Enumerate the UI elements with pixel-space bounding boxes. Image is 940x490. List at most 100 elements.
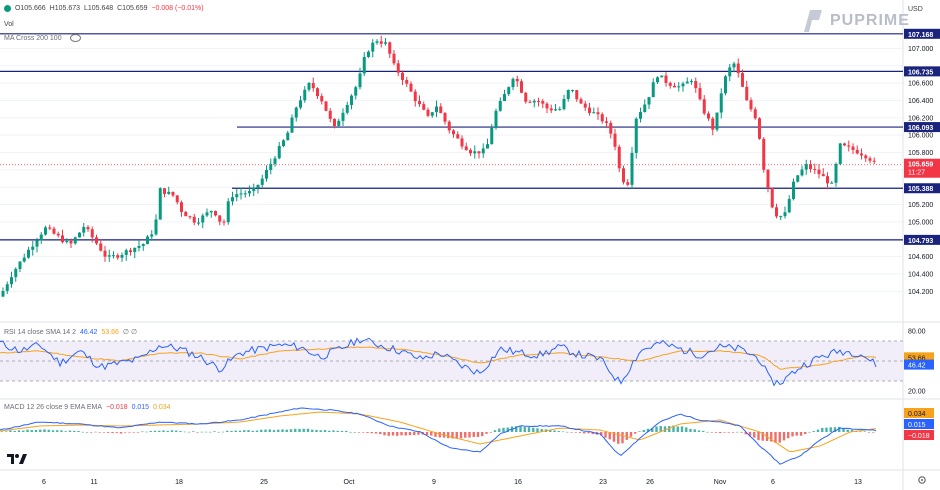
candle-body	[286, 132, 290, 141]
macd-histogram-bar	[621, 432, 624, 444]
candle-body	[554, 109, 557, 111]
candle-body	[592, 112, 596, 114]
macd-histogram-bar	[680, 426, 684, 432]
macd-histogram-bar	[85, 431, 89, 433]
candle-body	[639, 112, 642, 119]
settings-gear-icon[interactable]	[917, 475, 927, 485]
macd-histogram-bar	[345, 430, 348, 432]
macd-histogram-bar	[34, 429, 38, 432]
brand-logo: PUPRIME	[800, 8, 910, 34]
macd-histogram-bar	[30, 430, 33, 432]
tradingview-logo-icon[interactable]	[6, 452, 28, 466]
macd-histogram-bar	[353, 431, 356, 433]
candle-body	[783, 212, 787, 217]
macd-histogram-bar	[132, 432, 135, 433]
macd-histogram-bar	[264, 429, 267, 432]
rsi-legend[interactable]: RSI 14 close SMA 14 2 46.42 53.66 ∅ ∅	[4, 328, 139, 336]
macd-histogram-bar	[821, 427, 824, 432]
macd-histogram-bar	[566, 431, 569, 433]
candle-body	[192, 216, 196, 223]
candle-body	[209, 210, 213, 213]
candle-body	[146, 236, 149, 245]
candle-body	[61, 235, 64, 243]
candle-body	[52, 228, 56, 234]
macd-value-tag-label: −0.018	[908, 433, 930, 440]
candle-body	[520, 81, 523, 93]
ma-label: MA Cross 200 100	[4, 34, 62, 42]
price-axis-tick: 105.000	[908, 219, 933, 226]
macd-histogram-bar	[863, 431, 866, 432]
candle-body	[775, 207, 778, 217]
candle-body	[558, 109, 562, 111]
candle-body	[260, 178, 264, 185]
candle-body	[443, 113, 447, 122]
candle-body	[133, 247, 137, 253]
candle-body	[175, 195, 179, 203]
time-axis-tick: 18	[175, 479, 183, 486]
macd-histogram-bar	[26, 429, 29, 432]
rsi-axis-tick: 20.00	[908, 389, 926, 396]
macd-histogram-bar	[379, 432, 382, 435]
price-axis-tick: 104.200	[908, 289, 933, 296]
ma-legend[interactable]: MA Cross 200 100	[4, 34, 83, 42]
candle-body	[515, 78, 519, 82]
candle-body	[188, 216, 192, 218]
chart-canvas[interactable]: 107.168 106.735 106.093 105.388 104.793 105.6…	[0, 0, 940, 490]
candle-body	[609, 122, 613, 134]
candle-body	[851, 146, 855, 150]
candle-body	[299, 100, 302, 108]
countdown-label: 11:27	[908, 170, 925, 177]
candle-body	[804, 164, 808, 170]
macd-histogram-bar	[217, 431, 220, 433]
macd-histogram-bar	[625, 432, 628, 440]
candle-body	[184, 211, 188, 217]
candle-body	[418, 101, 421, 105]
macd-histogram-bar	[676, 426, 679, 432]
candle-body	[647, 97, 651, 105]
macd-histogram-bar	[404, 432, 407, 436]
macd-histogram-bar	[77, 430, 80, 432]
candle-body	[575, 90, 579, 100]
macd-histogram-bar	[413, 432, 416, 436]
macd-histogram-bar	[468, 432, 471, 438]
candle-body	[681, 83, 685, 87]
candle-body	[426, 109, 430, 116]
candle-body	[439, 106, 443, 114]
time-axis-tick: 6	[42, 479, 46, 486]
price-axis-tick: 104.400	[908, 271, 933, 278]
candle-body	[384, 42, 387, 44]
candle-body	[473, 151, 477, 154]
time-axis-tick: 26	[646, 479, 654, 486]
macd-histogram-bar	[799, 432, 803, 436]
candle-body	[201, 215, 205, 223]
candle-body	[549, 108, 553, 111]
macd-histogram-bar	[47, 429, 50, 432]
volume-legend[interactable]: Vol	[4, 21, 16, 28]
time-axis-tick: Oct	[344, 479, 355, 486]
macd-histogram-bar	[162, 430, 165, 432]
candle-body	[367, 51, 370, 58]
hidden-eye-icon[interactable]	[69, 34, 81, 42]
macd-histogram-bar	[493, 430, 497, 432]
macd-histogram-bar	[489, 432, 492, 433]
macd-histogram-bar	[39, 429, 42, 432]
candle-body	[197, 222, 200, 224]
macd-histogram-bar	[158, 430, 161, 432]
macd-histogram-bar	[481, 432, 484, 437]
candle-body	[685, 81, 689, 84]
candle-body	[82, 227, 86, 233]
macd-histogram-bar	[553, 430, 556, 432]
candle-body	[507, 87, 511, 95]
currency-label[interactable]: USD	[908, 6, 925, 13]
candle-body	[73, 237, 77, 244]
macd-histogram-bar	[714, 432, 718, 433]
candle-body	[180, 202, 183, 212]
candle-body	[532, 100, 536, 103]
macd-legend[interactable]: MACD 12 26 close 9 EMA EMA −0.018 0.015 …	[4, 404, 173, 411]
macd-histogram-bar	[221, 431, 225, 433]
puprime-logo-icon	[804, 10, 822, 32]
candle-body	[796, 175, 800, 182]
macd-histogram-bar	[498, 428, 501, 432]
rsi-axis-tick: 80.00	[908, 329, 926, 336]
candle-body	[375, 41, 379, 43]
